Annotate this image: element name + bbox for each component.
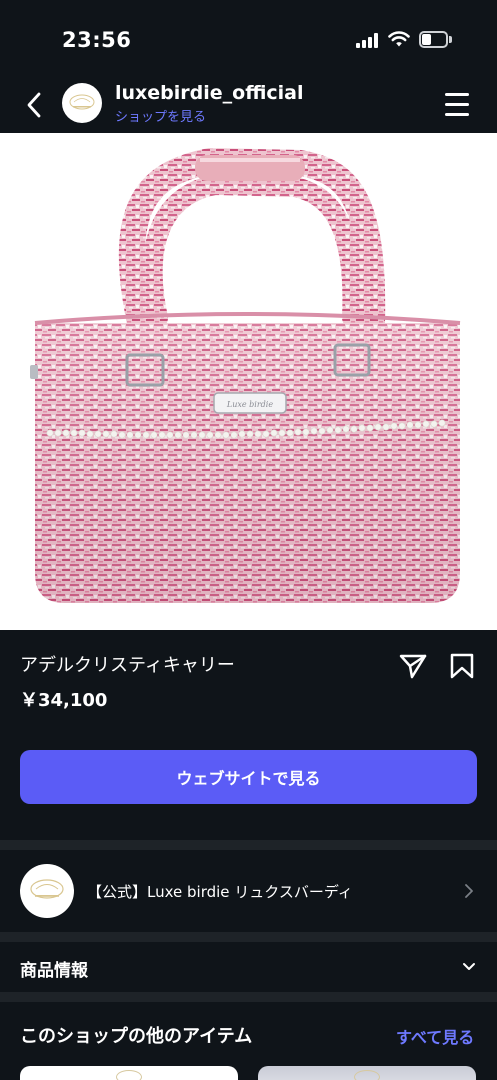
more-items-title: このショップの他のアイテム xyxy=(20,1026,253,1047)
divider xyxy=(0,840,497,850)
shop-row[interactable]: 【公式】Luxe birdie リュクスバーディ xyxy=(0,850,497,932)
status-time: 23:56 xyxy=(62,28,132,52)
shop-row-avatar xyxy=(20,864,74,918)
chevron-left-icon xyxy=(27,92,41,118)
product-info-label: 商品情報 xyxy=(20,961,88,981)
shop-avatar[interactable] xyxy=(62,83,102,123)
hamburger-menu-icon xyxy=(445,93,469,96)
product-info-row[interactable]: 商品情報 xyxy=(0,942,497,992)
product-title: アデルクリスティキャリー xyxy=(20,655,235,676)
menu-button[interactable] xyxy=(443,93,471,117)
view-shop-link[interactable]: ショップを見る xyxy=(115,106,206,125)
shop-logo xyxy=(69,94,95,110)
chevron-down-icon xyxy=(463,963,475,970)
view-website-button[interactable]: ウェブサイトで見る xyxy=(20,750,477,804)
divider xyxy=(0,992,497,1002)
bag-brand-tag: Luxe birdie xyxy=(226,400,273,409)
shop-name[interactable]: luxebirdie_official xyxy=(115,82,304,104)
chevron-right-icon xyxy=(465,884,473,898)
status-bar: 23:56 xyxy=(0,0,497,75)
shop-logo xyxy=(30,879,64,899)
divider xyxy=(0,932,497,942)
shop-row-name: 【公式】Luxe birdie リュクスバーディ xyxy=(87,883,353,901)
item-thumbnail[interactable] xyxy=(258,1066,476,1080)
tweed-carrier-bag-image: Luxe birdie xyxy=(30,147,461,603)
send-icon[interactable] xyxy=(398,652,428,680)
bookmark-icon[interactable] xyxy=(449,652,475,680)
see-all-link[interactable]: すべて見る xyxy=(396,1024,474,1048)
wifi-icon xyxy=(388,31,410,47)
app-header: luxebirdie_official ショップを見る xyxy=(0,75,497,133)
product-image[interactable]: Luxe birdie xyxy=(0,133,497,630)
cellular-signal-icon xyxy=(356,33,380,48)
item-thumbnail[interactable] xyxy=(20,1066,238,1080)
back-button[interactable] xyxy=(18,87,50,123)
product-price: ￥34,100 xyxy=(20,690,108,711)
more-items-section: このショップの他のアイテム すべて見る xyxy=(0,1002,497,1080)
battery-icon xyxy=(419,31,452,48)
